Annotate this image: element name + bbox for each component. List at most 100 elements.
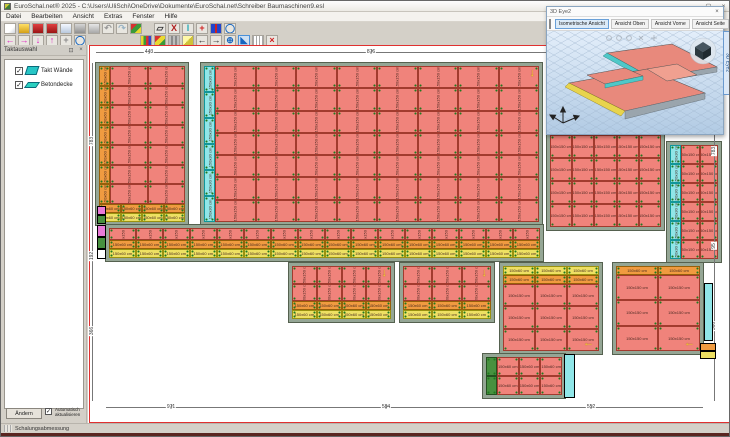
panel[interactable]: 150x150 cm <box>317 284 342 302</box>
panel[interactable]: 150x150 cm <box>215 88 256 110</box>
panel[interactable]: 150x150 cm <box>499 155 540 177</box>
panel[interactable]: 150x60 cm <box>298 249 325 258</box>
panel[interactable]: 150x150 cm <box>148 184 186 204</box>
panel[interactable]: 150x150 cm <box>617 204 639 227</box>
panel[interactable]: 150x150 cm <box>337 200 378 222</box>
panel[interactable]: 150x150 cm <box>325 228 352 240</box>
panel[interactable]: 150x150 cm <box>616 326 658 351</box>
panel[interactable]: 150x60 cm <box>497 357 519 376</box>
panel[interactable]: 150x150 cm <box>337 111 378 133</box>
panel[interactable]: 150x150 cm <box>110 105 148 125</box>
panel[interactable]: 150x150 cm <box>681 202 700 221</box>
panel[interactable]: 150x150 cm <box>110 184 148 204</box>
panel[interactable]: 150x150 cm <box>462 284 491 302</box>
panel[interactable]: 150x150 cm <box>148 125 186 145</box>
panel[interactable]: 150x150 cm <box>594 204 616 227</box>
view-button-ansicht-seite[interactable]: Ansicht Seite <box>692 19 729 29</box>
panel[interactable]: 150x150 cm <box>513 228 540 240</box>
panel[interactable]: 150x150 cm <box>256 88 297 110</box>
panel[interactable]: 150x150 cm <box>296 155 337 177</box>
panel[interactable]: 150x150 cm <box>418 155 459 177</box>
panel[interactable]: 150x30 cm <box>204 144 215 170</box>
panel[interactable]: 150x60 cm <box>142 204 164 213</box>
panel[interactable]: 150x60 cm <box>432 249 459 258</box>
panel[interactable]: 150x150 cm <box>499 200 540 222</box>
viewer-dock-tab[interactable]: 3D Eye2 <box>723 31 730 95</box>
panel[interactable]: 150x150 cm <box>377 177 418 199</box>
panel[interactable]: 150x150 cm <box>377 88 418 110</box>
panel[interactable]: 150x150 cm <box>550 158 572 181</box>
panel[interactable]: 150x150 cm <box>337 66 378 88</box>
panel[interactable]: 150x60 cm <box>486 240 513 249</box>
panel[interactable]: 150x60 cm <box>366 310 391 319</box>
panel[interactable]: 150x60 cm <box>519 357 541 376</box>
panel[interactable]: 150x150 cm <box>418 66 459 88</box>
panel[interactable]: 150x60 cm <box>459 249 486 258</box>
panel[interactable]: 150x150 cm <box>136 228 163 240</box>
panel[interactable]: 150x150 cm <box>110 125 148 145</box>
panel[interactable]: 150x60 cm <box>109 240 136 249</box>
panel[interactable]: 150x150 cm <box>351 228 378 240</box>
panel[interactable]: 150x150 cm <box>681 164 700 183</box>
panel[interactable]: 150x150 cm <box>432 284 461 302</box>
panel[interactable]: 150x60 cm <box>121 204 143 213</box>
panel[interactable]: 150x150 cm <box>292 266 317 284</box>
panel[interactable]: 150x150 cm <box>550 135 572 158</box>
panel[interactable]: 150x30 cm <box>204 92 215 118</box>
panel[interactable]: 150x60 cm <box>99 125 110 145</box>
panel[interactable]: 150x150 cm <box>337 177 378 199</box>
panel[interactable]: 150x60 cm <box>99 105 110 125</box>
panel[interactable]: 150x30 cm <box>204 66 215 92</box>
panel[interactable]: 150x150 cm <box>418 111 459 133</box>
panel[interactable]: 150x60 cm <box>121 213 143 222</box>
panel[interactable]: 150x30 cm <box>204 170 215 196</box>
panel[interactable]: 150x150 cm <box>639 181 661 204</box>
panel[interactable] <box>486 357 497 376</box>
panel[interactable]: 150x150 cm <box>296 200 337 222</box>
panel[interactable]: 150x150 cm <box>296 133 337 155</box>
panel[interactable]: 150x150 cm <box>163 228 190 240</box>
panel[interactable]: 150x150 cm <box>292 284 317 302</box>
panel[interactable]: 150x150 cm <box>418 177 459 199</box>
panel[interactable]: 150x60 cm <box>535 275 567 284</box>
panel[interactable]: 150x150 cm <box>432 266 461 284</box>
panel[interactable]: 150x150 cm <box>572 181 594 204</box>
panel[interactable]: 150x60 cm <box>403 301 432 310</box>
panel[interactable]: 150x150 cm <box>499 88 540 110</box>
panel[interactable]: 150x150 cm <box>700 183 719 202</box>
panel[interactable]: 150x60 cm <box>271 249 298 258</box>
panel[interactable]: 150x60 cm <box>432 301 461 310</box>
panel[interactable]: 150x150 cm <box>148 86 186 106</box>
panel[interactable]: 150x150 cm <box>458 155 499 177</box>
panel[interactable]: 150x150 cm <box>215 111 256 133</box>
panel[interactable]: 150x60 cm <box>540 376 562 395</box>
panel[interactable]: 150x60 cm <box>503 266 535 275</box>
panel[interactable]: 150x60 cm <box>497 376 519 395</box>
panel[interactable]: 150x60 cm <box>164 213 186 222</box>
panel[interactable]: 150x60 cm <box>540 357 562 376</box>
panel[interactable]: 150x150 cm <box>366 284 391 302</box>
panel[interactable]: 150x60 cm <box>217 249 244 258</box>
panel[interactable]: 150x60 cm <box>351 249 378 258</box>
panel[interactable]: 150x150 cm <box>486 228 513 240</box>
panel[interactable]: 150x60 cm <box>298 240 325 249</box>
panel[interactable]: 150x150 cm <box>535 284 567 306</box>
panel[interactable]: 150x150 cm <box>190 228 217 240</box>
panel[interactable]: 150x150 cm <box>432 228 459 240</box>
panel[interactable]: 150x150 cm <box>215 177 256 199</box>
panel[interactable]: 150x60 cm <box>405 249 432 258</box>
panel[interactable]: 150x60 cm <box>325 249 352 258</box>
panel[interactable]: 150x150 cm <box>458 177 499 199</box>
panel[interactable]: 150x150 cm <box>535 306 567 328</box>
panel[interactable]: 150x150 cm <box>594 135 616 158</box>
panel[interactable]: 150x30 cm <box>204 118 215 144</box>
panel[interactable]: 150x150 cm <box>377 133 418 155</box>
panel[interactable]: 150x150 cm <box>616 300 658 325</box>
panel[interactable]: 150x60 cm <box>432 240 459 249</box>
panel[interactable]: 150x60 cm <box>99 66 110 86</box>
panel[interactable]: 150x60 cm <box>99 86 110 106</box>
panel[interactable]: 150x150 cm <box>499 133 540 155</box>
panel[interactable]: 150x60 cm <box>658 266 700 275</box>
panel[interactable]: 150x60 cm <box>513 240 540 249</box>
panel[interactable]: 150x150 cm <box>342 266 367 284</box>
